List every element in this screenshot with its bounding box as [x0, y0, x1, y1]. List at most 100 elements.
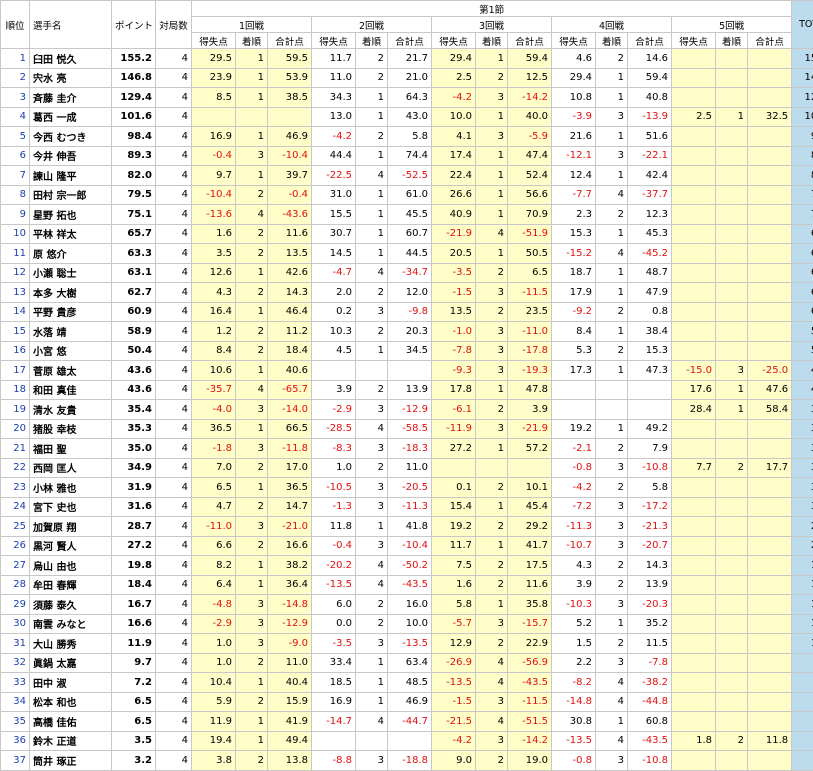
player-header[interactable]: 選手名	[30, 1, 112, 49]
placement-cell[interactable]: 2	[356, 68, 388, 88]
round-total-cell[interactable]	[628, 380, 672, 400]
placement-cell[interactable]: 2	[476, 751, 508, 771]
rank-cell[interactable]: 21	[1, 439, 30, 459]
placement-cell[interactable]: 1	[236, 478, 268, 498]
placement-cell[interactable]: 2	[236, 458, 268, 478]
placement-cell[interactable]: 2	[356, 49, 388, 69]
placement-cell[interactable]: 4	[476, 653, 508, 673]
score-diff-cell[interactable]: -0.4	[192, 146, 236, 166]
round-total-cell[interactable]: -45.2	[628, 244, 672, 264]
placement-cell[interactable]: 3	[356, 634, 388, 654]
round-total-cell[interactable]	[748, 517, 792, 537]
round-total-cell[interactable]: 14.3	[628, 556, 672, 576]
score-diff-cell[interactable]	[672, 517, 716, 537]
round-total-cell[interactable]: 49.4	[268, 731, 312, 751]
points-cell[interactable]: 65.7	[112, 224, 156, 244]
placement-cell[interactable]	[716, 263, 748, 283]
matches-cell[interactable]: 4	[156, 302, 192, 322]
round-total-cell[interactable]	[748, 419, 792, 439]
placement-cell[interactable]: 1	[476, 146, 508, 166]
score-diff-cell[interactable]: 17.8	[432, 380, 476, 400]
placement-cell[interactable]: 1	[596, 712, 628, 732]
placement-cell[interactable]	[716, 88, 748, 108]
placement-cell[interactable]	[716, 185, 748, 205]
table-row[interactable]: 18和田 真佳43.64-35.74-65.73.9213.917.8147.8…	[1, 380, 813, 400]
round-total-cell[interactable]: -52.5	[388, 166, 432, 186]
round-total-cell[interactable]: 19.0	[508, 751, 552, 771]
player-name-cell[interactable]: 田村 宗一郎	[30, 185, 112, 205]
placement-cell[interactable]	[716, 127, 748, 147]
score-diff-cell[interactable]: 8.4	[192, 341, 236, 361]
score-diff-cell[interactable]: -1.8	[192, 439, 236, 459]
score-diff-cell[interactable]: -4.2	[312, 127, 356, 147]
placement-cell[interactable]: 1	[236, 575, 268, 595]
round-total-cell[interactable]: 41.8	[388, 517, 432, 537]
score-diff-cell[interactable]: 5.3	[552, 341, 596, 361]
placement-cell[interactable]: 2	[596, 634, 628, 654]
round-total-cell[interactable]: 32.5	[748, 107, 792, 127]
round-total-cell[interactable]: -12.9	[268, 614, 312, 634]
score-diff-cell[interactable]: 1.2	[192, 322, 236, 342]
round-total-cell[interactable]: -12.9	[388, 400, 432, 420]
score-diff-cell[interactable]: 2.5	[432, 68, 476, 88]
placement-cell[interactable]	[716, 575, 748, 595]
matches-cell[interactable]: 4	[156, 614, 192, 634]
total-cell[interactable]: 79.5	[792, 185, 813, 205]
points-cell[interactable]: 28.7	[112, 517, 156, 537]
placement-cell[interactable]: 4	[476, 224, 508, 244]
round-total-cell[interactable]: 18.4	[268, 341, 312, 361]
round-total-cell[interactable]: 21.7	[388, 49, 432, 69]
placement-cell[interactable]: 4	[356, 556, 388, 576]
table-row[interactable]: 15水落 靖58.941.2211.210.3220.3-1.03-11.08.…	[1, 322, 813, 342]
round-total-cell[interactable]	[748, 166, 792, 186]
score-diff-cell[interactable]: 6.4	[192, 575, 236, 595]
score-diff-cell[interactable]: 30.7	[312, 224, 356, 244]
placement-cell[interactable]: 3	[476, 419, 508, 439]
table-row[interactable]: 11原 悠介63.343.5213.514.5144.520.5150.5-15…	[1, 244, 813, 264]
total-cell[interactable]: 63.1	[792, 263, 813, 283]
player-name-cell[interactable]: 牟田 春輝	[30, 575, 112, 595]
player-name-cell[interactable]: 宍水 亮	[30, 68, 112, 88]
placement-cell[interactable]: 1	[236, 673, 268, 693]
player-name-cell[interactable]: 水落 靖	[30, 322, 112, 342]
matches-cell[interactable]: 4	[156, 751, 192, 771]
player-name-cell[interactable]: 宮下 史也	[30, 497, 112, 517]
score-diff-cell[interactable]: -21.5	[432, 712, 476, 732]
placement-cell[interactable]: 4	[236, 205, 268, 225]
placement-cell[interactable]	[716, 497, 748, 517]
matches-cell[interactable]: 4	[156, 107, 192, 127]
placement-cell[interactable]: 3	[596, 536, 628, 556]
points-cell[interactable]: 63.1	[112, 263, 156, 283]
table-row[interactable]: 9星野 拓也75.14-13.64-43.615.5145.540.9170.9…	[1, 205, 813, 225]
round-total-cell[interactable]: 11.0	[268, 653, 312, 673]
score-diff-cell[interactable]: 16.4	[192, 302, 236, 322]
placement-cell[interactable]: 2	[356, 283, 388, 303]
score-diff-cell[interactable]	[672, 653, 716, 673]
score-diff-cell[interactable]: -8.8	[312, 751, 356, 771]
round-total-cell[interactable]: 11.0	[388, 458, 432, 478]
round-total-cell[interactable]: 48.5	[388, 673, 432, 693]
placement-cell[interactable]: 1	[596, 88, 628, 108]
placement-cell[interactable]: 2	[596, 49, 628, 69]
round-total-cell[interactable]: -44.8	[628, 692, 672, 712]
round-total-cell[interactable]	[268, 107, 312, 127]
table-row[interactable]: 29須藤 泰久16.74-4.83-14.86.0216.05.8135.8-1…	[1, 595, 813, 615]
round-total-cell[interactable]: 15.9	[268, 692, 312, 712]
total-cell[interactable]: 18.4	[792, 575, 813, 595]
round-total-cell[interactable]: 63.4	[388, 653, 432, 673]
round-total-cell[interactable]: -14.0	[268, 400, 312, 420]
round-total-cell[interactable]: 53.9	[268, 68, 312, 88]
placement-cell[interactable]: 2	[476, 634, 508, 654]
round-total-cell[interactable]: -20.3	[628, 595, 672, 615]
points-cell[interactable]: 34.9	[112, 458, 156, 478]
placement-cell[interactable]: 2	[236, 751, 268, 771]
placement-cell[interactable]: 1	[236, 127, 268, 147]
points-cell[interactable]: 155.2	[112, 49, 156, 69]
score-diff-cell[interactable]: -13.5	[432, 673, 476, 693]
score-diff-cell[interactable]: -2.9	[312, 400, 356, 420]
placement-cell[interactable]	[716, 68, 748, 88]
placement-cell[interactable]: 3	[716, 361, 748, 381]
placement-cell[interactable]	[716, 302, 748, 322]
round-total-cell[interactable]: -7.8	[628, 653, 672, 673]
player-name-cell[interactable]: 田中 淑	[30, 673, 112, 693]
